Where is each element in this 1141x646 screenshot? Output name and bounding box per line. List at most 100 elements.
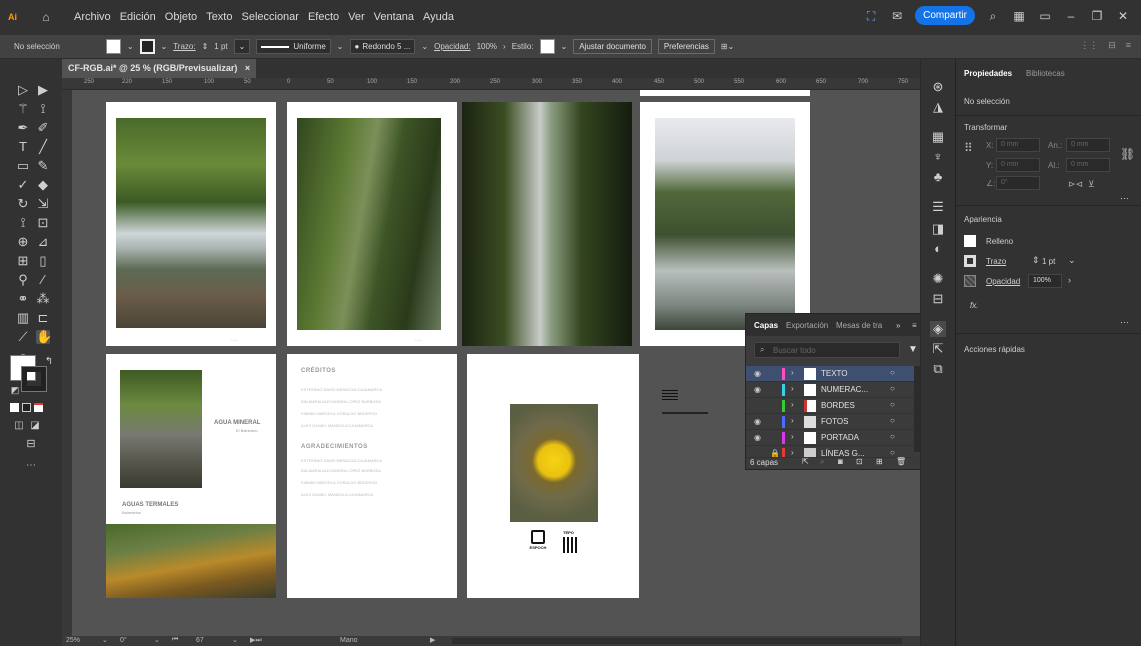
close-tab-icon[interactable]: × — [245, 63, 250, 73]
type-tool-icon[interactable]: T — [16, 140, 30, 154]
document-tab[interactable]: CF-RGB.ai* @ 25 % (RGB/Previsualizar) × — [62, 59, 257, 78]
locate-object-icon[interactable]: ⌕ — [820, 457, 824, 467]
horizontal-ruler[interactable]: 250 220 150 100 50 0 50 100 150 200 250 … — [62, 78, 920, 90]
arrange-docs-icon[interactable]: ▭ — [1037, 8, 1053, 24]
perspective-grid-icon[interactable]: ⊿ — [36, 235, 50, 249]
artboard-tool-icon[interactable]: ⊏ — [36, 311, 50, 325]
constrain-proportions-icon[interactable]: ⛓ — [1120, 147, 1135, 161]
chevron-down-icon[interactable]: ⌄ — [154, 636, 160, 644]
gradient-panel-icon[interactable]: ◨ — [930, 221, 946, 237]
more-options-icon[interactable]: ⋯ — [1120, 317, 1129, 328]
curvature-icon[interactable]: ✐ — [36, 121, 50, 135]
fx-button[interactable]: fx. — [970, 301, 978, 310]
expand-chevron-icon[interactable]: › — [791, 384, 794, 393]
reference-point-icon[interactable]: ⠿ — [964, 141, 973, 155]
fill-swatch[interactable] — [105, 39, 121, 54]
shaper-tool-icon[interactable]: ✓ — [16, 178, 30, 192]
visibility-eye-icon[interactable]: ◉ — [754, 433, 764, 442]
screen-mode-icon[interactable]: ⊟ — [24, 437, 38, 451]
artboard-gorge[interactable] — [462, 102, 632, 346]
target-circle-icon[interactable]: ○ — [890, 400, 895, 409]
target-circle-icon[interactable]: ○ — [890, 368, 895, 377]
chevron-down-icon[interactable]: ⌄ — [102, 636, 108, 644]
tab-export[interactable]: Exportación — [786, 321, 828, 330]
shape-builder-icon[interactable]: ⊕ — [16, 235, 30, 249]
more-tools-icon[interactable]: ⋯ — [24, 459, 38, 473]
flip-vertical-icon[interactable]: ⊻ — [1088, 179, 1095, 190]
draw-mode-icon[interactable]: ◫ — [12, 419, 26, 433]
menu-edicion[interactable]: Edición — [120, 11, 156, 23]
vertical-ruler[interactable] — [62, 90, 72, 636]
opacity-label[interactable]: Opacidad: — [434, 42, 470, 51]
layer-name[interactable]: FOTOS — [821, 417, 848, 426]
artboard-river[interactable]: ····· — [640, 102, 810, 346]
stroke-panel-icon[interactable]: ☰ — [930, 199, 946, 215]
layer-name[interactable]: PORTADA — [821, 433, 859, 442]
expand-chevron-icon[interactable]: › — [791, 416, 794, 425]
slice-tool-icon[interactable]: ⟋ — [16, 330, 30, 344]
preferences-button[interactable]: Preferencias — [657, 39, 715, 54]
appearance-panel-icon[interactable]: ✺ — [930, 271, 946, 287]
chevron-down-icon[interactable]: ⌄ — [232, 636, 238, 644]
stroke-weight-value[interactable]: 1 pt — [214, 42, 227, 51]
chevron-down-icon[interactable]: ⌄ — [337, 42, 344, 51]
layer-name[interactable]: BORDES — [821, 401, 855, 410]
menu-seleccionar[interactable]: Seleccionar — [241, 11, 298, 23]
artboards-panel-icon[interactable]: ⧉ — [930, 361, 946, 377]
menu-ventana[interactable]: Ventana — [374, 11, 414, 23]
pen-tool-icon[interactable]: ✒ — [16, 121, 30, 135]
chevron-down-icon[interactable]: ⌄ — [161, 42, 168, 51]
workspace-icon[interactable]: ▦ — [1011, 8, 1027, 24]
asset-export-icon[interactable]: ⇱ — [930, 341, 946, 357]
share-button[interactable]: Compartir — [915, 6, 975, 25]
layer-name[interactable]: NUMERAC... — [821, 385, 868, 394]
export-icon[interactable]: ⇱ — [802, 457, 809, 466]
artboard-waterfall-1[interactable]: ····· — [106, 102, 276, 346]
search-icon[interactable]: ⌕ — [985, 8, 1001, 24]
width-tool-icon[interactable]: ⟟ — [16, 216, 30, 230]
mesh-tool-icon[interactable]: ⊞ — [16, 254, 30, 268]
y-field[interactable]: 0 mm — [996, 158, 1040, 172]
none-mode-icon[interactable] — [34, 403, 43, 412]
expand-chevron-icon[interactable]: › — [791, 400, 794, 409]
stroke-stepper-icon[interactable]: ⇕ — [1032, 255, 1040, 266]
target-circle-icon[interactable]: ○ — [890, 432, 895, 441]
chevron-right-icon[interactable]: › — [503, 42, 506, 51]
restore-icon[interactable]: ❐ — [1089, 8, 1105, 24]
tab-libraries[interactable]: Bibliotecas — [1026, 69, 1065, 78]
x-field[interactable]: 0 mm — [996, 138, 1040, 152]
stroke-profile-dropdown[interactable]: Uniforme — [256, 39, 331, 54]
free-transform-icon[interactable]: ⊡ — [36, 216, 50, 230]
paintbrush-icon[interactable]: ✎ — [36, 159, 50, 173]
target-circle-icon[interactable]: ○ — [890, 416, 895, 425]
close-icon[interactable]: ✕ — [1115, 8, 1131, 24]
menu-ayuda[interactable]: Ayuda — [423, 11, 454, 23]
layer-row[interactable]: › BORDES ○ — [746, 398, 914, 414]
horizontal-scrollbar[interactable] — [452, 638, 902, 644]
properties-panel-icon[interactable]: ⊛ — [930, 79, 946, 95]
gradient-mode-icon[interactable] — [22, 403, 31, 412]
visibility-eye-icon[interactable]: ◉ — [754, 369, 764, 378]
fit-document-button[interactable]: Ajustar documento — [573, 39, 652, 54]
target-circle-icon[interactable]: ○ — [890, 384, 895, 393]
menu-objeto[interactable]: Objeto — [165, 11, 197, 23]
expand-chevron-icon[interactable]: › — [791, 432, 794, 441]
gradient-tool-icon[interactable]: ▯ — [36, 254, 50, 268]
libraries-panel-icon[interactable]: ◮ — [930, 99, 946, 115]
artboard-top-strip[interactable] — [640, 90, 810, 96]
transparency-panel-icon[interactable]: ◐ — [930, 241, 946, 257]
layer-row[interactable]: ◉ › FOTOS ○ — [746, 414, 914, 430]
artboard-canyon[interactable]: ····· — [287, 102, 457, 346]
menu-archivo[interactable]: Archivo — [74, 11, 111, 23]
artboard-credits[interactable]: CRÉDITOS ESTEFANO DAVID MENDOZA CAJAMARC… — [287, 354, 457, 598]
direct-selection-tool-icon[interactable]: ▶ — [36, 83, 50, 97]
chevron-down-icon[interactable]: ⌄ — [1068, 255, 1076, 266]
chevron-right-icon[interactable]: › — [1068, 275, 1071, 285]
stroke-stepper-icon[interactable]: ⇕ — [202, 42, 209, 51]
layer-row[interactable]: ◉ › PORTADA ○ — [746, 430, 914, 446]
new-layer-icon[interactable]: ⊞ — [876, 457, 883, 466]
color-panel-icon[interactable]: ▦ — [930, 129, 946, 145]
layer-row[interactable]: ◉ › NUMERAC... ○ — [746, 382, 914, 398]
menu-efecto[interactable]: Efecto — [308, 11, 339, 23]
arrange-icon[interactable]: ⊞⌄ — [721, 42, 734, 51]
